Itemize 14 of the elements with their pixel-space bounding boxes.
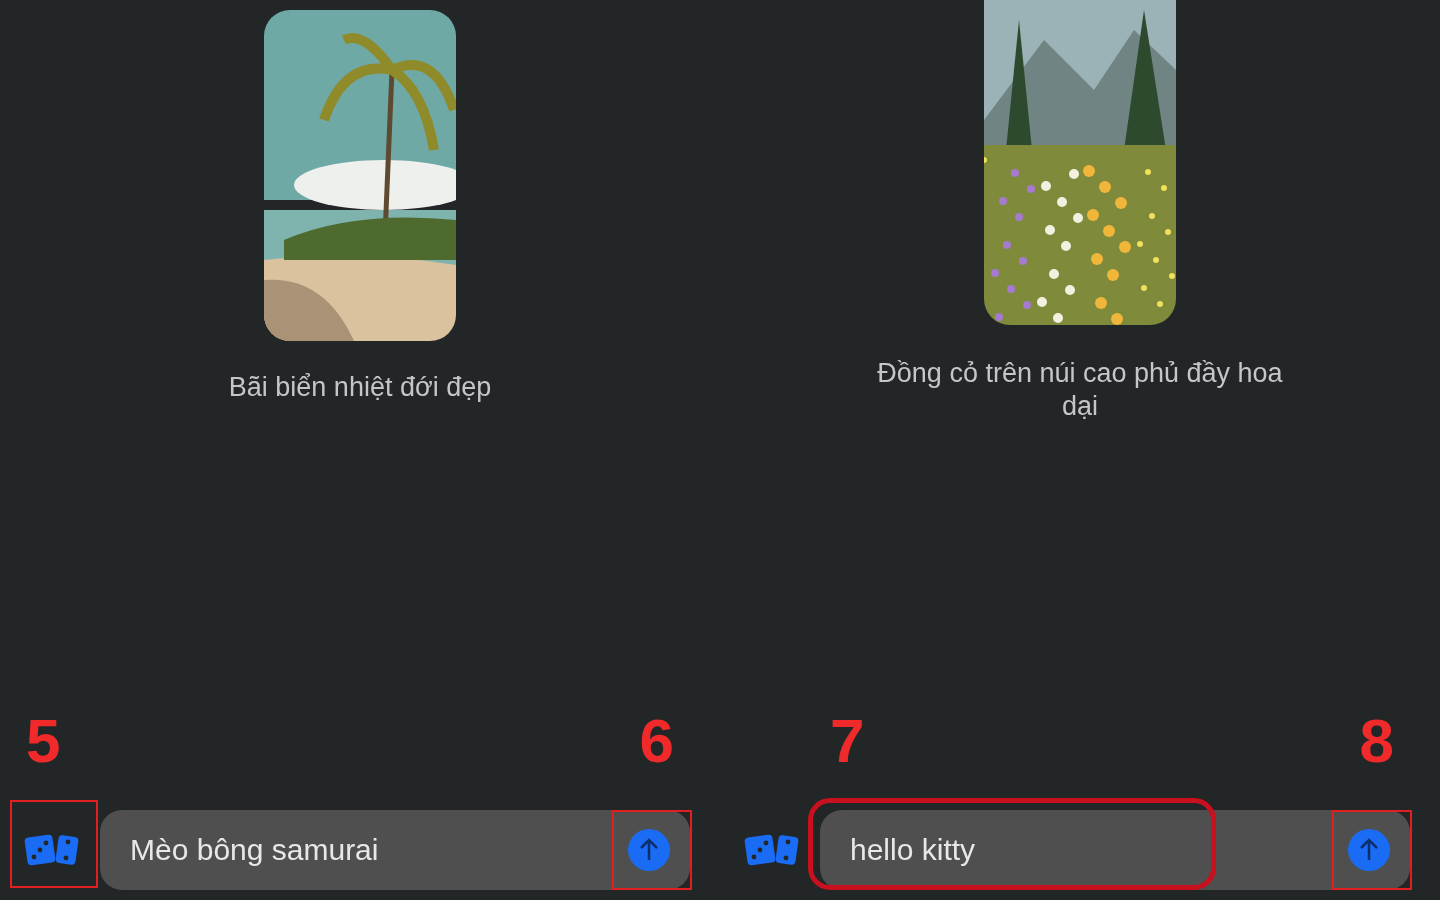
send-button[interactable] [1348, 829, 1390, 871]
prompt-field[interactable]: hello kitty [820, 810, 1410, 890]
send-button[interactable] [628, 829, 670, 871]
callout-number: 5 [26, 710, 61, 772]
prompt-input[interactable]: Mèo bông samurai [100, 832, 500, 868]
prompt-field[interactable]: Mèo bông samurai [100, 810, 690, 890]
image-caption: Bãi biển nhiệt đới đẹp [227, 371, 493, 404]
prompt-input[interactable]: hello kitty [820, 832, 1220, 868]
callout-number: 8 [1359, 710, 1394, 772]
dice-icon [24, 832, 80, 868]
image-caption: Đồng cỏ trên núi cao phủ đầy hoa dại [876, 357, 1284, 423]
callout-number: 6 [639, 710, 674, 772]
dice-icon [744, 832, 800, 868]
callout-number: 7 [830, 710, 865, 772]
